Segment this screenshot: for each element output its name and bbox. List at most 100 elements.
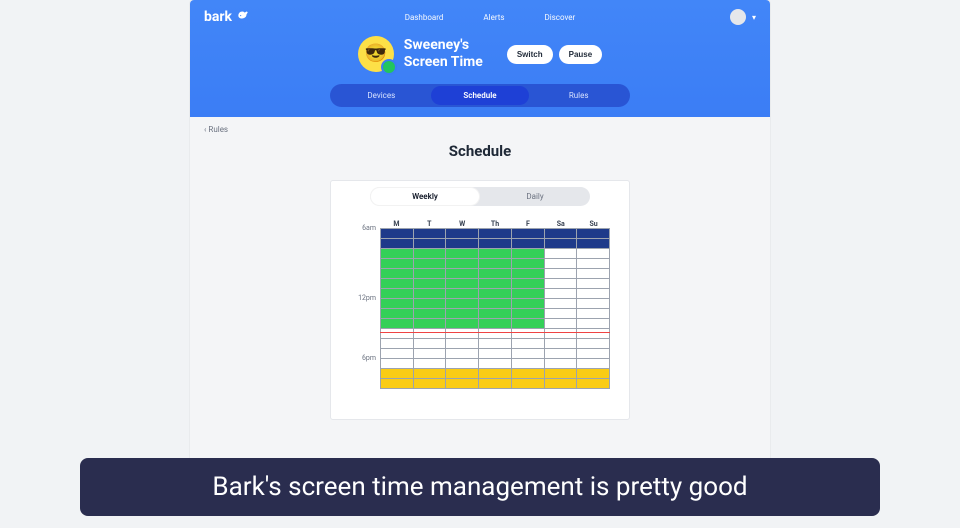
grid-cell[interactable] xyxy=(545,279,578,289)
grid-cell[interactable] xyxy=(512,319,545,329)
grid-cell[interactable] xyxy=(479,369,512,379)
grid-cell[interactable] xyxy=(414,309,447,319)
grid-cell[interactable] xyxy=(479,279,512,289)
grid-cell[interactable] xyxy=(479,259,512,269)
grid-cell[interactable] xyxy=(479,339,512,349)
grid-cell[interactable] xyxy=(414,249,447,259)
grid-cell[interactable] xyxy=(512,309,545,319)
user-avatar[interactable] xyxy=(730,9,746,25)
grid-cell[interactable] xyxy=(545,269,578,279)
grid-cell[interactable] xyxy=(414,329,447,339)
grid-cell[interactable] xyxy=(577,239,610,249)
grid-cell[interactable] xyxy=(446,339,479,349)
grid-cell[interactable] xyxy=(512,269,545,279)
grid-cell[interactable] xyxy=(381,239,414,249)
grid-cell[interactable] xyxy=(381,359,414,369)
grid-cell[interactable] xyxy=(545,319,578,329)
grid-cell[interactable] xyxy=(381,369,414,379)
grid-cell[interactable] xyxy=(446,299,479,309)
grid-cell[interactable] xyxy=(577,329,610,339)
grid-cell[interactable] xyxy=(446,319,479,329)
grid-cell[interactable] xyxy=(414,349,447,359)
grid-cell[interactable] xyxy=(479,299,512,309)
tab-rules[interactable]: Rules xyxy=(529,86,628,105)
grid-cell[interactable] xyxy=(381,329,414,339)
nav-alerts[interactable]: Alerts xyxy=(483,13,504,22)
grid-cell[interactable] xyxy=(446,329,479,339)
grid-cell[interactable] xyxy=(577,249,610,259)
grid-cell[interactable] xyxy=(446,369,479,379)
grid-cell[interactable] xyxy=(577,309,610,319)
grid-cell[interactable] xyxy=(545,379,578,389)
grid-cell[interactable] xyxy=(479,249,512,259)
grid-cell[interactable] xyxy=(381,279,414,289)
toggle-daily[interactable]: Daily xyxy=(480,187,590,206)
grid-cell[interactable] xyxy=(512,329,545,339)
grid-cell[interactable] xyxy=(545,359,578,369)
grid-cell[interactable] xyxy=(381,249,414,259)
grid-cell[interactable] xyxy=(381,339,414,349)
grid-cell[interactable] xyxy=(446,349,479,359)
grid-cell[interactable] xyxy=(414,269,447,279)
grid-cell[interactable] xyxy=(512,369,545,379)
grid-cell[interactable] xyxy=(446,379,479,389)
grid-cell[interactable] xyxy=(545,249,578,259)
grid-cell[interactable] xyxy=(381,349,414,359)
grid-cell[interactable] xyxy=(446,359,479,369)
grid-cell[interactable] xyxy=(512,229,545,239)
grid-cell[interactable] xyxy=(577,319,610,329)
pause-button[interactable]: Pause xyxy=(559,45,603,64)
grid-cell[interactable] xyxy=(577,369,610,379)
grid-cell[interactable] xyxy=(577,349,610,359)
nav-discover[interactable]: Discover xyxy=(544,13,575,22)
grid-cell[interactable] xyxy=(381,299,414,309)
time-grid[interactable] xyxy=(380,228,610,389)
grid-cell[interactable] xyxy=(545,369,578,379)
grid-cell[interactable] xyxy=(545,339,578,349)
chevron-down-icon[interactable]: ▾ xyxy=(752,13,756,22)
grid-cell[interactable] xyxy=(479,269,512,279)
grid-cell[interactable] xyxy=(414,299,447,309)
grid-cell[interactable] xyxy=(512,349,545,359)
grid-cell[interactable] xyxy=(512,279,545,289)
grid-cell[interactable] xyxy=(545,289,578,299)
grid-cell[interactable] xyxy=(446,269,479,279)
grid-cell[interactable] xyxy=(545,349,578,359)
grid-cell[interactable] xyxy=(512,299,545,309)
grid-cell[interactable] xyxy=(479,239,512,249)
grid-cell[interactable] xyxy=(577,289,610,299)
grid-cell[interactable] xyxy=(446,229,479,239)
grid-cell[interactable] xyxy=(577,299,610,309)
grid-cell[interactable] xyxy=(414,239,447,249)
grid-cell[interactable] xyxy=(479,289,512,299)
grid-cell[interactable] xyxy=(381,229,414,239)
grid-cell[interactable] xyxy=(381,269,414,279)
grid-cell[interactable] xyxy=(479,319,512,329)
toggle-weekly[interactable]: Weekly xyxy=(370,187,480,206)
grid-cell[interactable] xyxy=(446,289,479,299)
grid-cell[interactable] xyxy=(512,379,545,389)
back-link[interactable]: ‹ Rules xyxy=(204,125,756,134)
grid-cell[interactable] xyxy=(512,249,545,259)
grid-cell[interactable] xyxy=(479,359,512,369)
grid-cell[interactable] xyxy=(414,319,447,329)
grid-cell[interactable] xyxy=(577,269,610,279)
grid-cell[interactable] xyxy=(577,229,610,239)
grid-cell[interactable] xyxy=(381,319,414,329)
grid-cell[interactable] xyxy=(479,329,512,339)
grid-cell[interactable] xyxy=(479,229,512,239)
grid-cell[interactable] xyxy=(414,379,447,389)
grid-cell[interactable] xyxy=(381,309,414,319)
grid-cell[interactable] xyxy=(414,339,447,349)
grid-cell[interactable] xyxy=(577,279,610,289)
grid-cell[interactable] xyxy=(446,239,479,249)
grid-cell[interactable] xyxy=(545,239,578,249)
brand[interactable]: bark xyxy=(204,8,250,26)
grid-cell[interactable] xyxy=(414,259,447,269)
grid-cell[interactable] xyxy=(479,349,512,359)
grid-cell[interactable] xyxy=(381,379,414,389)
grid-cell[interactable] xyxy=(545,299,578,309)
nav-dashboard[interactable]: Dashboard xyxy=(405,13,444,22)
grid-cell[interactable] xyxy=(545,329,578,339)
grid-cell[interactable] xyxy=(414,279,447,289)
